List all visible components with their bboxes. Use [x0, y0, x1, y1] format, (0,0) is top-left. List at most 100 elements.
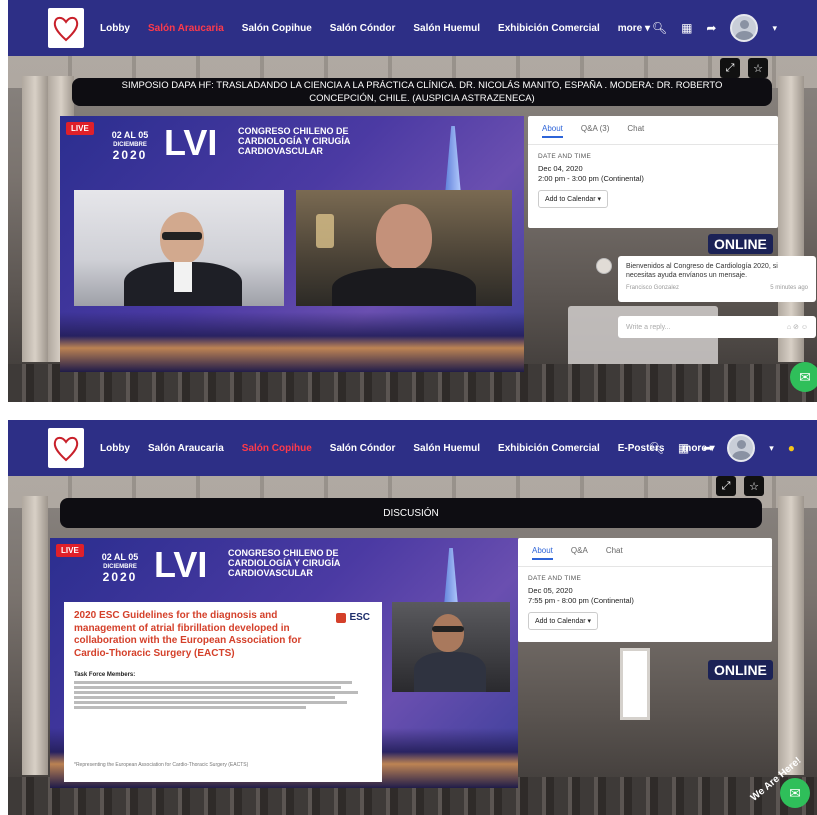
- session-info-panel: About Q&A (3) Chat DATE AND TIME Dec 04,…: [528, 116, 778, 228]
- reply-input[interactable]: Write a reply... ⌂ ⊘ ☺: [618, 316, 816, 338]
- heart-logo: [53, 16, 79, 42]
- session-time: 2:00 pm - 3:00 pm (Continental): [538, 174, 644, 183]
- notification-icon[interactable]: ●: [788, 441, 795, 455]
- lvi-logo: LVI: [164, 122, 218, 163]
- nav-salon-huemul[interactable]: Salón Huemul: [413, 443, 480, 454]
- nav-salon-copihue[interactable]: Salón Copihue: [242, 443, 312, 454]
- nav-icons: 🔍︎ ▦ ➦ ▾: [652, 0, 777, 56]
- congress-logo[interactable]: [48, 8, 84, 48]
- video-stream[interactable]: LIVE 02 AL 05 DICIEMBRE 2020 LVI CONGRES…: [50, 538, 518, 788]
- fullscreen-icon[interactable]: ⤢: [716, 476, 736, 496]
- nav-salon-araucaria[interactable]: Salón Araucaria: [148, 23, 224, 34]
- nav-salon-araucaria[interactable]: Salón Araucaria: [148, 443, 224, 454]
- video-stream[interactable]: LIVE 02 AL 05 DICIEMBRE 2020 LVI CONGRES…: [60, 116, 524, 372]
- stream-header: LIVE 02 AL 05 DICIEMBRE 2020 LVI CONGRES…: [50, 538, 518, 628]
- tab-about[interactable]: About: [542, 124, 563, 138]
- task-force-heading: Task Force Members:: [74, 672, 136, 678]
- session-info-panel: About Q&A Chat DATE AND TIME Dec 05, 202…: [518, 538, 772, 642]
- screenshot-salon-copihue: Lobby Salón Araucaria Salón Copihue Saló…: [8, 420, 817, 815]
- dates-range: 02 AL 05: [101, 552, 139, 562]
- top-nav: Lobby Salón Araucaria Salón Copihue Saló…: [8, 420, 817, 476]
- speaker-video-1: [74, 190, 284, 306]
- nav-salon-condor[interactable]: Salón Cóndor: [330, 443, 396, 454]
- session-time: 7:55 pm - 8:00 pm (Continental): [528, 596, 634, 605]
- chat-message-text: Bienvenidos al Congreso de Cardiología 2…: [626, 263, 778, 279]
- live-badge: LIVE: [56, 544, 84, 557]
- skyline-graphic: [60, 312, 524, 372]
- avatar[interactable]: [730, 14, 759, 42]
- panel-tabs: About Q&A (3) Chat: [528, 116, 778, 145]
- nav-salon-condor[interactable]: Salón Cóndor: [330, 23, 396, 34]
- nav-lobby[interactable]: Lobby: [100, 23, 130, 34]
- panel-tabs: About Q&A Chat: [518, 538, 772, 567]
- search-icon[interactable]: 🔍︎: [652, 21, 667, 35]
- nav-salon-copihue[interactable]: Salón Copihue: [242, 23, 312, 34]
- tab-chat[interactable]: Chat: [606, 546, 623, 560]
- reply-placeholder: Write a reply...: [626, 323, 671, 331]
- nav-salon-huemul[interactable]: Salón Huemul: [413, 23, 480, 34]
- congress-logo[interactable]: [48, 428, 84, 468]
- star-icon[interactable]: ☆: [744, 476, 764, 496]
- corner-icons: ⤢ ☆: [716, 476, 764, 496]
- stream-header: LIVE 02 AL 05 DICIEMBRE 2020 LVI CONGRES…: [60, 116, 524, 206]
- session-date: Dec 04, 2020: [538, 164, 583, 173]
- lvi-logo: LVI: [154, 544, 208, 585]
- chat-icon[interactable]: ✉: [790, 362, 817, 392]
- congreso-name: CONGRESO CHILENO DE CARDIOLOGÍA Y CIRUGÍ…: [228, 548, 341, 578]
- pillar: [22, 496, 48, 775]
- chat-icon[interactable]: ✉: [780, 778, 810, 808]
- chevron-down-icon[interactable]: ▾: [769, 443, 774, 454]
- avatar[interactable]: [727, 434, 756, 462]
- pillar: [22, 76, 48, 362]
- chat-author: Francisco Gonzalez: [626, 285, 680, 291]
- nav-more[interactable]: more ▾: [618, 23, 650, 34]
- session-title: SIMPOSIO DAPA HF: TRASLADANDO LA CIENCIA…: [72, 78, 772, 106]
- banner-stand: [620, 648, 650, 720]
- chevron-down-icon[interactable]: ▾: [772, 23, 777, 34]
- schedule-icon[interactable]: ▦: [678, 441, 689, 455]
- schedule-icon[interactable]: ▦: [681, 21, 692, 35]
- live-badge: LIVE: [66, 122, 94, 135]
- nav-menu: Lobby Salón Araucaria Salón Copihue Saló…: [100, 23, 650, 34]
- online-sign: ONLINE: [708, 660, 773, 680]
- chat-meta: Francisco Gonzalez 5 minutes ago: [626, 284, 808, 293]
- nav-icons: 🔍︎ ▦ ➦ ▾ ●: [649, 420, 795, 476]
- reply-actions: ⌂ ⊘ ☺: [786, 324, 808, 331]
- share-icon[interactable]: ➦: [706, 21, 716, 35]
- corner-icons: ⤢ ☆: [720, 58, 768, 78]
- add-to-calendar-button[interactable]: Add to Calendar ▾: [538, 190, 609, 208]
- date-label: DATE AND TIME: [538, 153, 592, 160]
- tab-about[interactable]: About: [532, 546, 553, 560]
- dates-range: 02 AL 05: [111, 130, 149, 140]
- session-date: Dec 05, 2020: [528, 586, 573, 595]
- tab-chat[interactable]: Chat: [627, 124, 644, 138]
- nav-lobby[interactable]: Lobby: [100, 443, 130, 454]
- task-force: Task Force Members:: [74, 672, 364, 711]
- heart-logo: [53, 436, 79, 462]
- dates-year: 2020: [112, 148, 148, 162]
- share-icon[interactable]: ➦: [703, 441, 713, 455]
- star-icon[interactable]: ☆: [748, 58, 768, 78]
- presentation-slide: 2020 ESC Guidelines for the diagnosis an…: [64, 602, 382, 782]
- nav-exhibicion[interactable]: Exhibición Comercial: [498, 443, 600, 454]
- screenshot-salon-araucaria: Lobby Salón Araucaria Salón Copihue Saló…: [8, 0, 817, 402]
- session-title: DISCUSIÓN: [60, 498, 762, 528]
- slide-title: 2020 ESC Guidelines for the diagnosis an…: [74, 610, 302, 659]
- chat-message: Bienvenidos al Congreso de Cardiología 2…: [618, 256, 816, 302]
- esc-mark: [336, 612, 347, 623]
- esc-logo: ESC: [336, 612, 370, 623]
- nav-exhibicion[interactable]: Exhibición Comercial: [498, 23, 600, 34]
- fullscreen-icon[interactable]: ⤢: [720, 58, 740, 78]
- tab-qa[interactable]: Q&A: [571, 546, 588, 560]
- add-to-calendar-button[interactable]: Add to Calendar ▾: [528, 612, 599, 630]
- search-icon[interactable]: 🔍︎: [649, 441, 664, 455]
- speaker-video: [392, 602, 510, 692]
- speaker-video-2: [296, 190, 512, 306]
- tab-qa[interactable]: Q&A (3): [581, 124, 609, 138]
- nav-more-label: more: [617, 22, 643, 34]
- event-dates: 02 AL 05 DICIEMBRE 2020: [104, 130, 156, 162]
- top-nav: Lobby Salón Araucaria Salón Copihue Saló…: [8, 0, 817, 56]
- slide-footer: *Representing the European Association f…: [74, 762, 249, 768]
- pillar: [778, 496, 804, 775]
- nav-menu: Lobby Salón Araucaria Salón Copihue Saló…: [100, 443, 715, 454]
